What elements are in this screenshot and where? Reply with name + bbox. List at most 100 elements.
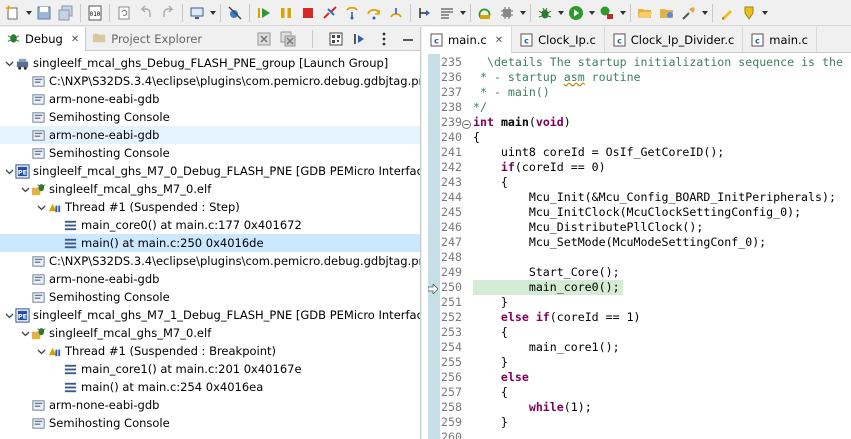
chevron-down-icon[interactable] — [20, 324, 30, 342]
code-line[interactable]: 250 main_core0(); — [422, 280, 851, 295]
tree-item[interactable]: C:\NXP\S32DS.3.4\eclipse\plugins\com.pem… — [0, 72, 420, 90]
code-line[interactable]: 255 } — [422, 355, 851, 370]
chevron-down-icon[interactable] — [36, 198, 46, 216]
chevron-down-icon[interactable] — [4, 162, 14, 180]
code-editor[interactable]: 235 \details The startup initialization … — [422, 54, 851, 439]
minimize-icon[interactable] — [396, 28, 420, 50]
tab-main-c[interactable]: c main.c ✕ — [422, 27, 513, 53]
code-line[interactable]: 249 Start_Core(); — [422, 265, 851, 280]
run-dropdown[interactable] — [587, 2, 596, 24]
remove-terminated-icon[interactable] — [252, 28, 276, 50]
tree-item[interactable]: Semihosting Console — [0, 414, 420, 432]
fold-collapse-icon[interactable] — [462, 118, 471, 129]
forward-icon[interactable] — [157, 2, 179, 24]
tree-item[interactable]: singleelf_mcal_ghs_M7_0.elf — [0, 324, 420, 342]
terminate-icon[interactable] — [297, 2, 319, 24]
new-icon[interactable] — [2, 2, 24, 24]
code-line[interactable]: 258 while(1); — [422, 400, 851, 415]
code-line[interactable]: 242 if(coreId == 0) — [422, 160, 851, 175]
code-line[interactable]: 245 Mcu_InitClock(McuClockSettingConfig_… — [422, 205, 851, 220]
chevron-down-icon[interactable] — [4, 306, 14, 324]
code-line[interactable]: 251 } — [422, 295, 851, 310]
tab-debug[interactable]: Debug ✕ — [0, 27, 87, 51]
tab-project-explorer[interactable]: Project Explorer — [86, 27, 208, 50]
refresh-file-icon[interactable] — [113, 2, 135, 24]
tree-item[interactable]: Semihosting Console — [0, 108, 420, 126]
chevron-down-icon[interactable] — [20, 180, 30, 198]
code-line[interactable]: 254 main_core1(); — [422, 340, 851, 355]
tree-item[interactable]: arm-none-eabi-gdb — [0, 396, 420, 414]
code-line[interactable]: 239 int main(void) — [422, 115, 851, 130]
code-line[interactable]: 252 else if(coreId == 1) — [422, 310, 851, 325]
code-line[interactable]: 257 { — [422, 385, 851, 400]
chip-icon[interactable] — [496, 2, 518, 24]
code-line[interactable]: 253 { — [422, 325, 851, 340]
code-line[interactable]: 243 { — [422, 175, 851, 190]
tree-item[interactable]: arm-none-eabi-gdb — [0, 126, 420, 144]
tree-item[interactable]: Semihosting Console — [0, 288, 420, 306]
instruction-stepping-icon[interactable] — [436, 2, 458, 24]
external-tools-icon[interactable] — [596, 2, 618, 24]
code-line[interactable]: 241 uint8 coreId = OsIf_GetCoreID(); — [422, 145, 851, 160]
tree-item[interactable]: main_core1() at main.c:201 0x40167e — [0, 360, 420, 378]
marker-dropdown[interactable] — [760, 2, 769, 24]
open-folder-icon[interactable] — [634, 2, 656, 24]
suspend-icon[interactable] — [275, 2, 297, 24]
chevron-down-icon[interactable] — [4, 54, 14, 72]
tree-item[interactable]: arm-none-eabi-gdb — [0, 90, 420, 108]
code-line[interactable]: 259 } — [422, 415, 851, 430]
restart-icon[interactable] — [474, 2, 496, 24]
save-all-icon[interactable] — [55, 2, 77, 24]
open-type-icon[interactable] — [656, 2, 678, 24]
monitor-dropdown[interactable] — [208, 2, 217, 24]
code-line[interactable]: 256 else — [422, 370, 851, 385]
save-icon[interactable] — [33, 2, 55, 24]
qr-icon[interactable] — [324, 28, 348, 50]
debug-dropdown[interactable] — [556, 2, 565, 24]
resume-icon[interactable] — [253, 2, 275, 24]
stepping-dropdown[interactable] — [458, 2, 467, 24]
tree-item[interactable]: main() at main.c:254 0x4016ea — [0, 378, 420, 396]
step-over-icon[interactable] — [363, 2, 385, 24]
code-line[interactable]: 238 */ — [422, 100, 851, 115]
code-line[interactable]: 240 { — [422, 130, 851, 145]
step-into-icon[interactable] — [341, 2, 363, 24]
back-icon[interactable] — [135, 2, 157, 24]
chip-dropdown[interactable] — [518, 2, 527, 24]
code-line[interactable]: 236 * - startup asm routine — [422, 70, 851, 85]
tree-item[interactable]: main() at main.c:250 0x4016de — [0, 234, 420, 252]
code-line[interactable]: 235 \details The startup initialization … — [422, 55, 851, 70]
new-dropdown[interactable] — [24, 2, 33, 24]
code-line[interactable]: 260 — [422, 430, 851, 439]
tree-item[interactable]: Thread #1 (Suspended : Breakpoint) — [0, 342, 420, 360]
step-return-icon[interactable] — [385, 2, 407, 24]
tree-item[interactable]: singleelf_mcal_ghs_Debug_FLASH_PNE_group… — [0, 54, 420, 72]
tab-clock-ip-divider-c[interactable]: c Clock_Ip_Divider.c — [605, 27, 744, 52]
monitor-icon[interactable] — [186, 2, 208, 24]
tree-item[interactable]: PE singleelf_mcal_ghs_M7_0_Debug_FLASH_PN… — [0, 162, 420, 180]
skip-breakpoints-icon[interactable] — [224, 2, 246, 24]
binary-icon[interactable]: 010 — [84, 2, 106, 24]
debug-bug-icon[interactable] — [534, 2, 556, 24]
run-icon[interactable] — [565, 2, 587, 24]
tree-item[interactable]: Thread #1 (Suspended : Step) — [0, 198, 420, 216]
tab-main-c-2[interactable]: c main.c — [743, 27, 818, 52]
step-icon[interactable] — [348, 28, 372, 50]
tree-item[interactable]: PE singleelf_mcal_ghs_M7_1_Debug_FLASH_PN… — [0, 306, 420, 324]
view-menu-icon[interactable] — [372, 28, 396, 50]
disconnect-icon[interactable] — [319, 2, 341, 24]
code-line[interactable]: 248 — [422, 250, 851, 265]
external-tools-dropdown[interactable] — [618, 2, 627, 24]
close-icon[interactable]: ✕ — [495, 35, 503, 46]
drop-to-frame-icon[interactable] — [414, 2, 436, 24]
code-line[interactable]: 237 * - main() — [422, 85, 851, 100]
tools-icon[interactable] — [678, 2, 700, 24]
highlighter-icon[interactable] — [716, 2, 738, 24]
tree-item[interactable]: Semihosting Console — [0, 144, 420, 162]
marker-icon[interactable] — [738, 2, 760, 24]
remove-all-terminated-icon[interactable] — [276, 28, 300, 50]
tree-item[interactable]: C:\NXP\S32DS.3.4\eclipse\plugins\com.pem… — [0, 252, 420, 270]
code-line[interactable]: 247 Mcu_SetMode(McuModeSettingConf_0); — [422, 235, 851, 250]
tab-clock-ip-c[interactable]: c Clock_Ip.c — [512, 27, 605, 52]
code-line[interactable]: 246 Mcu_DistributePllClock(); — [422, 220, 851, 235]
